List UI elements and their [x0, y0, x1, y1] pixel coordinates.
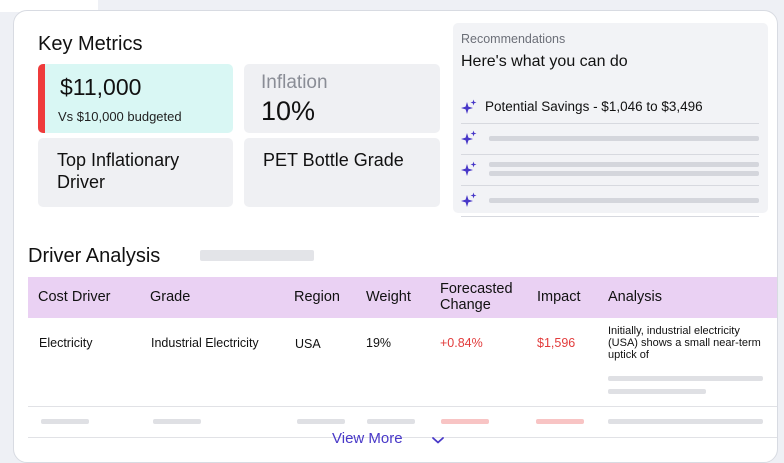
spend-value: $11,000 [60, 74, 142, 100]
title-placeholder [200, 250, 314, 261]
analysis-placeholder-line [608, 376, 763, 381]
column-header-region[interactable]: Region [294, 289, 340, 305]
column-header-analysis[interactable]: Analysis [608, 289, 662, 305]
placeholder-cell [297, 419, 345, 424]
divider [461, 154, 759, 155]
cell-weight: 19% [366, 336, 392, 350]
placeholder-cell [367, 419, 415, 424]
recommendation-text: Potential Savings - $1,046 to $3,496 [485, 99, 703, 114]
recommendations-panel: Recommendations Here's what you can do P… [453, 23, 768, 217]
sparkle-icon [461, 161, 477, 176]
key-metrics-title: Key Metrics [38, 33, 143, 55]
recommendations-label: Recommendations [461, 32, 566, 46]
column-header-cost-driver[interactable]: Cost Driver [38, 289, 111, 305]
cell-impact: $1,596 [537, 336, 576, 350]
row-divider [28, 437, 777, 438]
sparkle-icon [461, 130, 477, 145]
spend-tile: $11,000 Vs $10,000 budgeted [38, 64, 233, 133]
column-header-impact[interactable]: Impact [537, 289, 581, 305]
view-more-button[interactable]: View More [332, 430, 403, 447]
sparkle-icon [461, 99, 477, 114]
placeholder-cell [608, 419, 763, 424]
inflation-value: 10% [261, 96, 316, 126]
cell-cost-driver: Electricity [39, 336, 93, 350]
placeholder-line [489, 198, 759, 203]
recommendation-item[interactable]: Potential Savings - $1,046 to $3,496 [461, 96, 759, 120]
placeholder-cell [536, 419, 584, 424]
sparkle-icon [461, 192, 477, 207]
cell-region: USA [295, 337, 321, 351]
cell-forecasted-change: +0.84% [440, 336, 483, 350]
dashboard-card: Key Metrics $11,000 Vs $10,000 budgeted … [13, 10, 778, 463]
column-header-grade[interactable]: Grade [150, 289, 190, 305]
divider [461, 185, 759, 186]
grade-label: PET Bottle Grade [263, 150, 404, 170]
placeholder-cell [441, 419, 489, 424]
cell-analysis: Initially, industrial electricity (USA) … [608, 325, 761, 361]
chevron-down-icon[interactable] [431, 435, 445, 445]
row-divider [28, 406, 777, 407]
placeholder-line [489, 162, 759, 167]
top-driver-label: Top Inflationary Driver [57, 150, 180, 192]
divider [461, 123, 759, 124]
driver-analysis-title: Driver Analysis [28, 245, 161, 267]
recommendation-placeholder [461, 158, 759, 182]
recommendations-title: Here's what you can do [461, 53, 628, 70]
placeholder-line [489, 171, 759, 176]
placeholder-line [489, 136, 759, 141]
cell-grade: Industrial Electricity [151, 336, 259, 350]
over-budget-indicator [38, 64, 45, 133]
placeholder-cell [153, 419, 201, 424]
column-header-forecasted-change[interactable]: Forecasted Change [440, 281, 532, 313]
recommendation-placeholder [461, 127, 759, 151]
column-header-weight[interactable]: Weight [366, 289, 411, 305]
grade-tile: PET Bottle Grade [244, 138, 440, 207]
recommendation-placeholder [461, 189, 759, 213]
placeholder-cell [41, 419, 89, 424]
divider [461, 216, 759, 217]
inflation-tile: Inflation 10% [244, 64, 440, 133]
inflation-label: Inflation [261, 72, 328, 93]
budget-comparison: Vs $10,000 budgeted [58, 109, 182, 124]
table-header: Cost Driver Grade Region Weight Forecast… [28, 277, 777, 318]
top-driver-tile: Top Inflationary Driver [38, 138, 233, 207]
analysis-placeholder-line [608, 389, 706, 394]
